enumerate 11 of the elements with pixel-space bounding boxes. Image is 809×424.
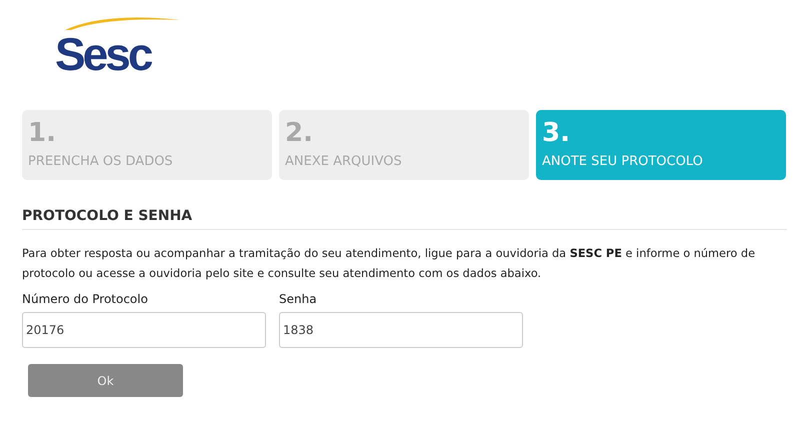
input-field[interactable]: 20176: [22, 312, 266, 348]
step-tab[interactable]: 2. ANEXE ARQUIVOS: [279, 110, 529, 180]
step-tab[interactable]: 3. ANOTE SEU PROTOCOLO: [536, 110, 786, 180]
instructions-text: Para obter resposta ou acompanhar a tramitação do seu atendimento, ligue para a ouvidoria da SESC PE e informe o número de protocolo ou acesse a ouvidoria pelo site e consulte seu atendimento com os dados abaixo.: [22, 246, 756, 282]
field-label: Senha: [279, 292, 318, 306]
step-tab[interactable]: 1. PREENCHA OS DADOS: [22, 110, 272, 180]
logo-text: Sesc: [55, 30, 150, 78]
section-title: PROTOCOLO E SENHA: [22, 208, 787, 230]
field-label: Número do Protocolo: [22, 292, 149, 306]
input-field[interactable]: 1838: [279, 312, 523, 348]
ok-button[interactable]: Ok: [28, 364, 183, 397]
